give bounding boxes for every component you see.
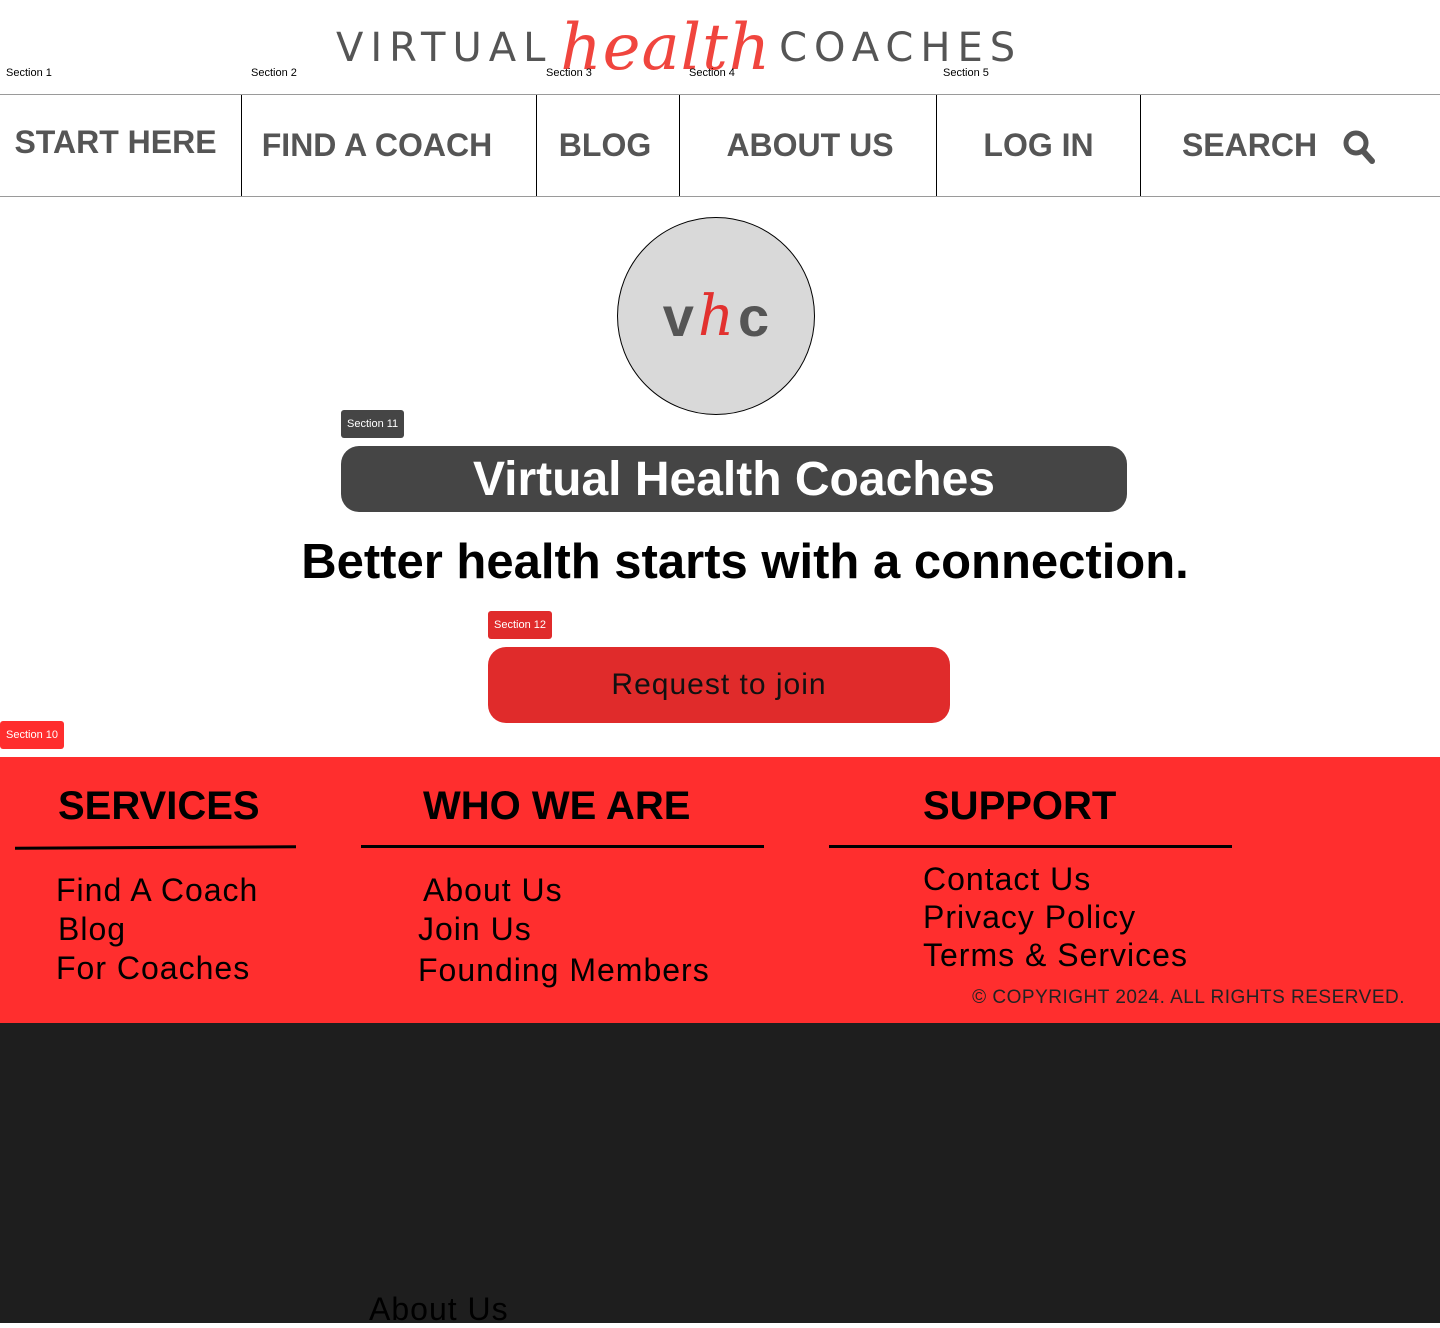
section-12-tag: Section 12 — [488, 611, 552, 639]
section-10-tag: Section 10 — [0, 721, 64, 749]
footer-link-for-coaches[interactable]: For Coaches — [56, 950, 250, 987]
search-icon[interactable] — [1343, 130, 1376, 164]
footer-heading-services: SERVICES — [58, 784, 260, 828]
footer-link-terms-services[interactable]: Terms & Services — [923, 937, 1188, 974]
main-nav: START HERE FIND A COACH BLOG ABOUT US LO… — [0, 94, 1440, 197]
logo-word-coaches: COACHES — [779, 25, 1023, 71]
site-footer: SERVICES Find A Coach Blog For Coaches W… — [0, 757, 1440, 1023]
footer-divider — [361, 845, 764, 848]
dark-panel: About Us — [0, 1023, 1440, 1327]
footer-link-contact-us[interactable]: Contact Us — [923, 861, 1091, 898]
section-5-label: Section 5 — [943, 67, 989, 79]
footer-heading-who-we-are: WHO WE ARE — [423, 784, 691, 828]
avatar-letter-c: c — [738, 284, 770, 348]
footer-divider — [14, 845, 297, 850]
footer-link-join-us[interactable]: Join Us — [418, 911, 532, 948]
nav-blog[interactable]: BLOG — [537, 95, 673, 196]
footer-link-find-a-coach[interactable]: Find A Coach — [56, 872, 258, 909]
footer-link-about-us[interactable]: About Us — [423, 872, 563, 909]
section-4-label: Section 4 — [689, 67, 735, 79]
logo-word-virtual: VIRTUAL — [336, 25, 553, 71]
nav-about-us[interactable]: ABOUT US — [680, 95, 940, 196]
nav-log-in[interactable]: LOG IN — [937, 95, 1140, 196]
footer-link-blog[interactable]: Blog — [58, 911, 126, 948]
footer-heading-support: SUPPORT — [923, 784, 1117, 828]
vhc-avatar: v h c — [617, 217, 815, 415]
section-3-label: Section 3 — [546, 67, 592, 79]
avatar-letter-v: v — [662, 284, 694, 348]
nav-search-label: SEARCH — [1181, 127, 1318, 163]
logo-word-health: health — [560, 11, 772, 85]
hero-title: Virtual Health Coaches — [341, 446, 1127, 512]
copyright-text: © COPYRIGHT 2024. ALL RIGHTS RESERVED. — [972, 987, 1405, 1008]
footer-link-founding-members[interactable]: Founding Members — [418, 952, 710, 989]
footer-link-privacy-policy[interactable]: Privacy Policy — [923, 899, 1136, 936]
section-11-tag: Section 11 — [341, 410, 405, 438]
avatar-letter-h: h — [697, 283, 735, 349]
section-2-label: Section 2 — [251, 67, 297, 79]
section-1-label: Section 1 — [6, 67, 52, 79]
nav-search[interactable]: SEARCH — [1141, 95, 1416, 196]
request-to-join-button[interactable]: Request to join — [488, 647, 950, 723]
nav-find-a-coach[interactable]: FIND A COACH — [242, 95, 512, 196]
dark-link-about-us[interactable]: About Us — [369, 1291, 509, 1328]
hero-headline: Better health starts with a connection. — [301, 535, 1189, 589]
site-logo[interactable]: VIRTUAL health COACHES — [336, 6, 1022, 90]
footer-divider — [829, 845, 1232, 848]
nav-start-here[interactable]: START HERE — [0, 92, 231, 193]
